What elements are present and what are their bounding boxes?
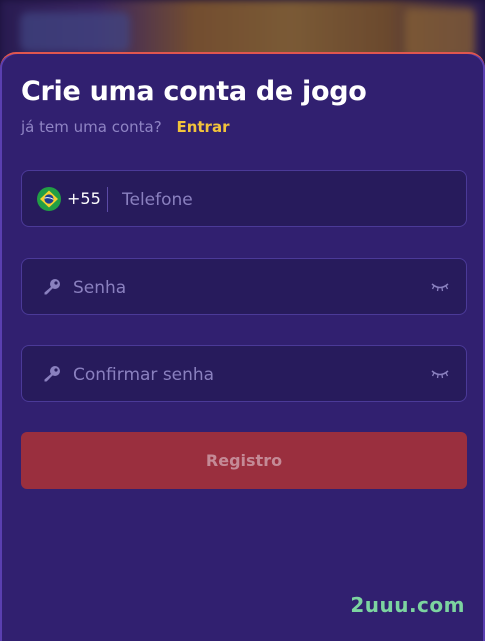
field-divider xyxy=(107,187,108,212)
brazil-flag-icon[interactable] xyxy=(37,187,61,211)
confirm-password-input[interactable] xyxy=(71,346,415,403)
phone-field[interactable]: +55 xyxy=(21,170,467,228)
login-link[interactable]: Entrar xyxy=(176,118,229,136)
login-prompt: já tem uma conta? Entrar xyxy=(21,118,229,136)
key-icon xyxy=(44,366,60,382)
confirm-password-field[interactable] xyxy=(21,345,467,403)
eye-closed-icon[interactable] xyxy=(430,368,450,380)
password-field[interactable] xyxy=(21,258,467,316)
register-button[interactable]: Registro xyxy=(21,432,467,489)
password-input[interactable] xyxy=(71,259,415,316)
phone-input[interactable] xyxy=(120,171,454,228)
country-dial-code[interactable]: +55 xyxy=(67,189,101,208)
register-panel: Crie uma conta de jogo já tem uma conta?… xyxy=(0,52,485,641)
page-title: Crie uma conta de jogo xyxy=(21,76,367,107)
key-icon xyxy=(44,279,60,295)
watermark: 2uuu.com xyxy=(350,593,465,617)
login-prompt-text: já tem uma conta? xyxy=(21,118,162,136)
eye-closed-icon[interactable] xyxy=(430,281,450,293)
